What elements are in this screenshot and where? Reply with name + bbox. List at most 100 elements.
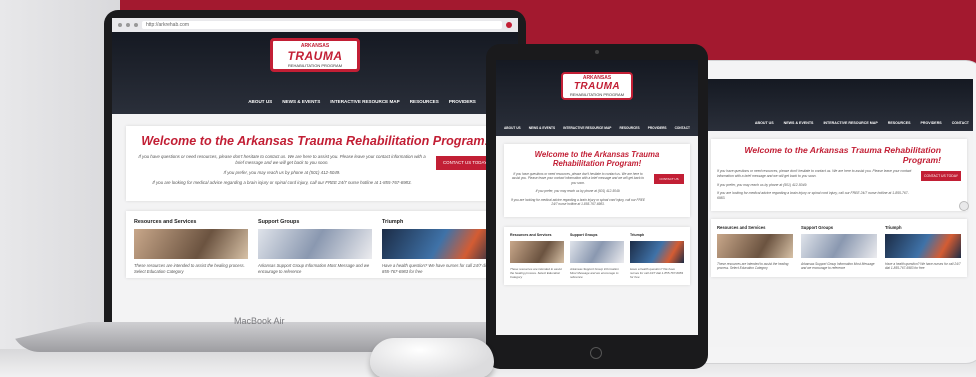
contact-button[interactable]: CONTACT US TODAY <box>921 171 961 181</box>
profile-avatar[interactable] <box>506 22 512 28</box>
nav-about[interactable]: ABOUT US <box>248 99 272 104</box>
nav-providers[interactable]: PROVIDERS <box>449 99 476 104</box>
mouse-device <box>370 338 494 377</box>
site-logo[interactable]: ARKANSAS TRAUMA REHABILITATION PROGRAM <box>561 72 633 100</box>
welcome-text: If you have questions or need resources,… <box>510 172 646 211</box>
card-text: These resources are intended to assist t… <box>510 266 562 280</box>
welcome-row: If you have questions or need resources,… <box>136 154 494 191</box>
nav-resources[interactable]: RESOURCES <box>619 126 639 130</box>
card-image <box>885 233 961 258</box>
card-title: Resources and Services <box>134 218 197 225</box>
hotline-paragraph: If you are looking for medical advice re… <box>152 180 412 186</box>
site-logo[interactable]: ARKANSAS TRAUMA REHABILITATION PROGRAM <box>270 38 360 72</box>
nav-resource-map[interactable]: INTERACTIVE RESOURCE MAP <box>330 99 399 104</box>
site-body: Welcome to the Arkansas Trauma Rehabilit… <box>705 131 973 285</box>
card-image <box>134 228 248 259</box>
card-triumph[interactable]: Triumph Have a health question? We have … <box>630 233 684 280</box>
welcome-paragraph: If you have questions or need resources,… <box>138 154 426 166</box>
site-body: Welcome to the Arkansas Trauma Rehabilit… <box>496 136 698 293</box>
nav-resources[interactable]: RESOURCES <box>410 99 439 104</box>
site-header: ARKANSAS TRAUMA REHABILITATION PROGRAM A… <box>112 32 518 114</box>
home-button-icon[interactable] <box>590 347 602 359</box>
card-title: Resources and Services <box>510 232 552 237</box>
feature-cards: Resources and Services These resources a… <box>711 218 967 277</box>
card-support-groups[interactable]: Support Groups Arkansas Support Group In… <box>801 225 877 271</box>
phone-paragraph: If you prefer, you may reach us by phone… <box>223 170 341 176</box>
hotline-paragraph: If you are looking for medical advice re… <box>717 191 909 201</box>
nav-news[interactable]: NEWS & EVENTS <box>282 99 320 104</box>
forward-icon[interactable] <box>126 23 130 27</box>
logo-line-2: TRAUMA <box>573 81 621 92</box>
site-nav: ABOUT US NEWS & EVENTS INTERACTIVE RESOU… <box>248 99 508 104</box>
card-support-groups[interactable]: Support Groups Arkansas Support Group In… <box>258 219 372 275</box>
nav-resource-map[interactable]: INTERACTIVE RESOURCE MAP <box>823 121 877 125</box>
welcome-text: If you have questions or need resources,… <box>717 169 913 205</box>
nav-resource-map[interactable]: INTERACTIVE RESOURCE MAP <box>563 126 611 130</box>
welcome-text: If you have questions or need resources,… <box>136 154 428 191</box>
card-resources[interactable]: Resources and Services These resources a… <box>510 233 564 280</box>
tablet-landscape-device: ABOUT US NEWS & EVENTS INTERACTIVE RESOU… <box>684 60 976 364</box>
site-header: ARKANSAS TRAUMA REHABILITATION PROGRAM A… <box>496 60 698 136</box>
feature-cards: Resources and Services These resources a… <box>126 210 504 279</box>
tablet-portrait-screen: ARKANSAS TRAUMA REHABILITATION PROGRAM A… <box>496 60 698 335</box>
site-header: ABOUT US NEWS & EVENTS INTERACTIVE RESOU… <box>705 79 973 131</box>
welcome-paragraph: If you have questions or need resources,… <box>717 169 912 178</box>
card-title: Triumph <box>382 218 404 225</box>
reload-icon[interactable] <box>134 23 138 27</box>
welcome-card: Welcome to the Arkansas Trauma Rehabilit… <box>711 139 967 211</box>
nav-providers[interactable]: PROVIDERS <box>648 126 667 130</box>
browser-toolbar: http://arkrehab.com <box>112 18 518 32</box>
nav-contact[interactable]: CONTACT <box>952 121 969 125</box>
welcome-card: Welcome to the Arkansas Trauma Rehabilit… <box>126 126 504 201</box>
card-image <box>801 233 877 258</box>
card-resources[interactable]: Resources and Services These resources a… <box>134 219 248 275</box>
nav-news[interactable]: NEWS & EVENTS <box>784 121 814 125</box>
card-text: Have a health question? We have nurses f… <box>382 262 494 274</box>
laptop-screen: http://arkrehab.com ARKANSAS TRAUMA REHA… <box>112 18 518 325</box>
card-text: These resources are intended to assist t… <box>717 261 789 271</box>
welcome-row: If you have questions or need resources,… <box>717 169 961 205</box>
card-title: Support Groups <box>570 232 598 237</box>
nav-resources[interactable]: RESOURCES <box>888 121 911 125</box>
camera-icon <box>595 50 599 54</box>
hotline-paragraph: If you are looking for medical advice re… <box>510 197 646 207</box>
logo-line-3: REHABILITATION PROGRAM <box>287 62 343 68</box>
feature-cards: Resources and Services These resources a… <box>504 226 690 286</box>
card-text: Have a health question? We have nurses f… <box>885 261 961 271</box>
contact-button[interactable]: CONTACT US TODAY <box>654 174 684 191</box>
phone-paragraph: If you prefer, you may reach us by phone… <box>717 182 808 187</box>
laptop-device: http://arkrehab.com ARKANSAS TRAUMA REHA… <box>104 10 526 325</box>
nav-contact[interactable]: CONTACT <box>675 126 690 130</box>
logo-line-3: REHABILITATION PROGRAM <box>569 92 625 97</box>
card-resources[interactable]: Resources and Services These resources a… <box>717 225 793 271</box>
welcome-card: Welcome to the Arkansas Trauma Rehabilit… <box>504 144 690 217</box>
welcome-title: Welcome to the Arkansas Trauma Rehabilit… <box>744 145 941 165</box>
card-text: Arkansas Support Group Information Most … <box>801 261 875 271</box>
card-triumph[interactable]: Triumph Have a health question? We have … <box>885 225 961 271</box>
card-text: These resources are intended to assist t… <box>134 262 245 274</box>
home-button-icon[interactable] <box>959 201 969 211</box>
tablet-landscape-screen: ABOUT US NEWS & EVENTS INTERACTIVE RESOU… <box>705 79 973 347</box>
card-image <box>382 228 496 259</box>
nav-about[interactable]: ABOUT US <box>755 121 774 125</box>
card-text: Arkansas Support Group Information Most … <box>570 266 619 280</box>
laptop-brand-label: MacBook Air <box>234 316 285 326</box>
card-image <box>510 240 564 263</box>
card-triumph[interactable]: Triumph Have a health question? We have … <box>382 219 496 275</box>
card-title: Support Groups <box>258 218 300 225</box>
nav-about[interactable]: ABOUT US <box>504 126 521 130</box>
welcome-row: If you have questions or need resources,… <box>510 172 684 211</box>
back-icon[interactable] <box>118 23 122 27</box>
card-image <box>258 228 372 259</box>
nav-news[interactable]: NEWS & EVENTS <box>529 126 555 130</box>
card-title: Support Groups <box>801 224 834 230</box>
card-support-groups[interactable]: Support Groups Arkansas Support Group In… <box>570 233 624 280</box>
site-nav: ABOUT US NEWS & EVENTS INTERACTIVE RESOU… <box>755 121 969 125</box>
logo-line-2: TRAUMA <box>287 48 343 63</box>
background-panel-left <box>0 0 120 377</box>
welcome-paragraph: If you have questions or need resources,… <box>511 172 645 185</box>
site-nav: ABOUT US NEWS & EVENTS INTERACTIVE RESOU… <box>504 126 690 130</box>
address-bar[interactable]: http://arkrehab.com <box>142 21 502 29</box>
nav-providers[interactable]: PROVIDERS <box>921 121 942 125</box>
welcome-title: Welcome to the Arkansas Trauma Rehabilit… <box>141 134 489 148</box>
